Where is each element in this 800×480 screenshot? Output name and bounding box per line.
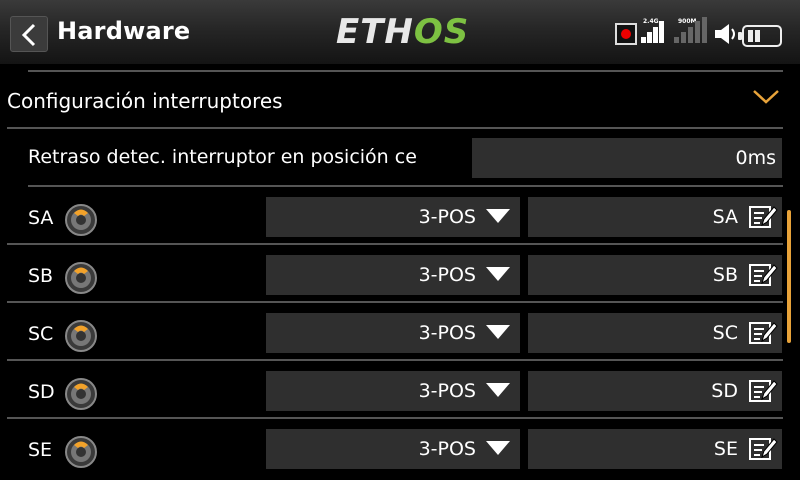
chevron-left-icon <box>21 23 36 47</box>
switch-config-section-header[interactable]: Configuración interruptores <box>0 73 800 127</box>
back-button[interactable] <box>10 16 48 52</box>
switch-type-value: 3-POS <box>418 438 476 460</box>
switch-delay-value: 0ms <box>735 147 777 169</box>
switch-type-value: 3-POS <box>418 380 476 402</box>
edit-icon <box>749 438 778 460</box>
dropdown-caret-icon <box>486 325 510 339</box>
switch-name: SA <box>28 207 54 229</box>
divider <box>7 127 783 129</box>
rf-signal-900m-icon: 900M <box>674 16 710 46</box>
switch-row: SB 3-POS SB <box>0 244 800 302</box>
switch-alias-field[interactable]: SB <box>528 255 782 295</box>
switch-row: SD 3-POS SD <box>0 360 800 418</box>
switch-row: SE 3-POS SE <box>0 418 800 476</box>
switch-type-select[interactable]: 3-POS <box>266 429 520 469</box>
switch-alias-value: SE <box>713 438 738 460</box>
rf-label-900m: 900M <box>678 18 697 25</box>
switch-alias-value: SA <box>712 206 738 228</box>
switch-type-value: 3-POS <box>418 322 476 344</box>
switch-alias-field[interactable]: SD <box>528 371 782 411</box>
switch-alias-field[interactable]: SA <box>528 197 782 237</box>
edit-icon <box>749 264 778 286</box>
dropdown-caret-icon <box>486 441 510 455</box>
record-icon <box>615 23 637 45</box>
dropdown-caret-icon <box>486 267 510 281</box>
switch-type-select[interactable]: 3-POS <box>266 255 520 295</box>
switch-icon <box>65 204 97 236</box>
edit-icon <box>749 322 778 344</box>
switch-icon <box>65 262 97 294</box>
switch-name: SC <box>28 323 54 345</box>
switch-name: SB <box>28 265 54 287</box>
edit-icon <box>749 206 778 228</box>
edit-icon <box>749 380 778 402</box>
speaker-icon <box>715 24 735 44</box>
switch-icon <box>65 320 97 352</box>
switch-alias-field[interactable]: SE <box>528 429 782 469</box>
switch-name: SD <box>28 381 55 403</box>
ethos-logo: ETHOS <box>336 12 470 52</box>
switch-type-value: 3-POS <box>418 264 476 286</box>
switch-type-select[interactable]: 3-POS <box>266 197 520 237</box>
switch-row: SA 3-POS SA <box>0 186 800 244</box>
switch-icon <box>65 378 97 410</box>
switch-row: SC 3-POS SC <box>0 302 800 360</box>
scrollbar[interactable] <box>787 210 791 343</box>
chevron-down-icon <box>753 90 779 104</box>
switch-alias-value: SC <box>712 322 738 344</box>
section-title: Configuración interruptores <box>7 89 283 113</box>
top-bar: Hardware ETHOS 2.4G 900M <box>0 0 800 64</box>
switch-alias-value: SB <box>712 264 738 286</box>
battery-icon <box>738 25 782 47</box>
switch-type-value: 3-POS <box>418 206 476 228</box>
switch-type-select[interactable]: 3-POS <box>266 313 520 353</box>
switch-delay-field[interactable]: 0ms <box>472 138 782 178</box>
switch-alias-value: SD <box>711 380 738 402</box>
switch-name: SE <box>28 439 53 461</box>
switch-icon <box>65 436 97 468</box>
switch-alias-field[interactable]: SC <box>528 313 782 353</box>
dropdown-caret-icon <box>486 209 510 223</box>
rf-label-24g: 2.4G <box>643 18 659 25</box>
rf-signal-24g-icon: 2.4G <box>641 16 667 46</box>
switch-delay-label: Retraso detec. interruptor en posición c… <box>28 146 417 168</box>
switch-type-select[interactable]: 3-POS <box>266 371 520 411</box>
page-title: Hardware <box>57 17 191 45</box>
dropdown-caret-icon <box>486 383 510 397</box>
divider <box>28 70 783 72</box>
